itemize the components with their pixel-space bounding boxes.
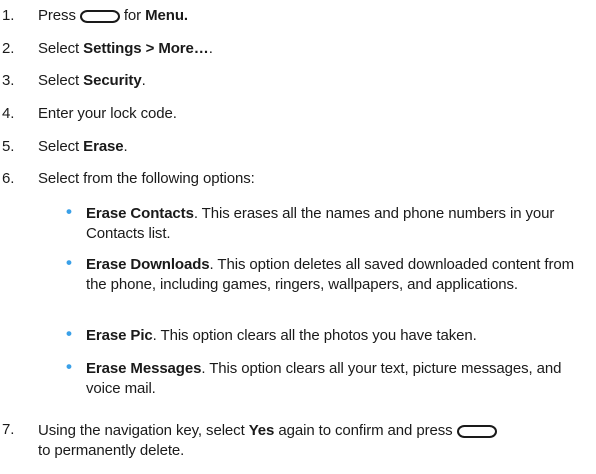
step-3-post: . [141, 72, 146, 89]
step-5-bold: Erase [83, 138, 124, 155]
bullet-icon: • [66, 253, 72, 272]
step-7-bold: Yes [248, 422, 275, 439]
step-number: 6. [2, 170, 15, 187]
option-text: Erase Contacts. This erases all the name… [86, 204, 586, 244]
step-text: Select from the following options: [38, 170, 255, 187]
step-2-post: . [208, 40, 213, 57]
option-title: Erase Downloads [86, 256, 210, 273]
step-7-pre: Using the navigation key, select [38, 422, 245, 439]
step-5-post: . [123, 138, 128, 155]
menu-key-icon [456, 425, 497, 438]
step-7-mid: again to confirm and press [278, 422, 453, 439]
step-1-bold: Menu. [145, 7, 188, 24]
step-text: Select Security. [38, 72, 146, 89]
step-text: Select Erase. [38, 138, 128, 155]
bullet-icon: • [66, 357, 72, 376]
step-text: Using the navigation key, select Yes aga… [38, 421, 594, 461]
step-7-post: to permanently delete. [38, 442, 185, 459]
step-3-bold: Security [83, 72, 142, 89]
option-description: . This option clears all the photos you … [152, 327, 477, 344]
option-title: Erase Pic [86, 327, 153, 344]
step-1-pre: Press [38, 7, 76, 24]
step-text: Select Settings > More…. [38, 40, 213, 57]
step-1-post: for [123, 7, 142, 24]
step-number: 1. [2, 7, 15, 24]
step-text: Enter your lock code. [38, 105, 177, 122]
step-number: 4. [2, 105, 15, 122]
step-5-pre: Select [38, 138, 80, 155]
option-text: Erase Downloads. This option deletes all… [86, 255, 586, 295]
option-text: Erase Messages. This option clears all y… [86, 359, 586, 399]
bullet-icon: • [66, 324, 72, 343]
step-text: Press for Menu. [38, 7, 188, 24]
step-2-pre: Select [38, 40, 80, 57]
step-number: 2. [2, 40, 15, 57]
menu-key-icon [79, 10, 120, 23]
step-3-pre: Select [38, 72, 80, 89]
bullet-icon: • [66, 202, 72, 221]
step-number: 3. [2, 72, 15, 89]
step-number: 7. [2, 421, 15, 438]
option-title: Erase Messages [86, 360, 202, 377]
option-text: Erase Pic. This option clears all the ph… [86, 326, 586, 346]
instruction-document: 1. Press for Menu. 2. Select Settings > M… [0, 0, 596, 474]
option-title: Erase Contacts [86, 205, 194, 222]
step-number: 5. [2, 138, 15, 155]
step-2-bold: Settings > More… [83, 40, 209, 57]
